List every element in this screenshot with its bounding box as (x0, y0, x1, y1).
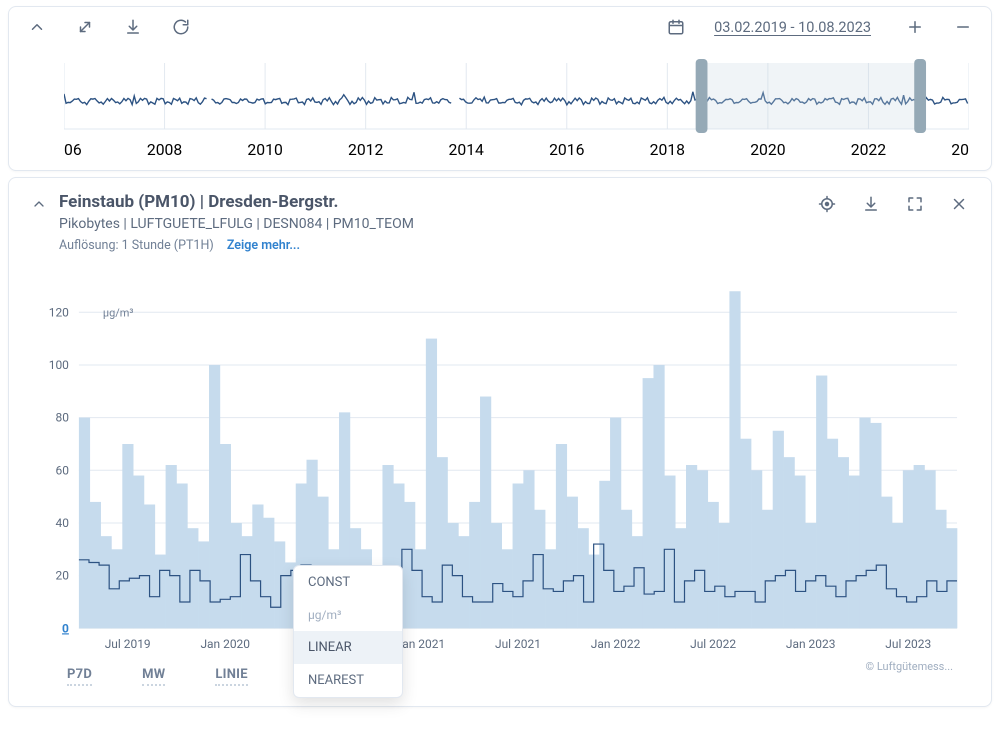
svg-text:Jul 2023: Jul 2023 (885, 637, 931, 651)
dropdown-option-linear[interactable]: LINEAR (294, 631, 402, 664)
svg-text:40: 40 (55, 516, 69, 530)
refresh-icon[interactable] (171, 17, 191, 37)
dropdown-option-const[interactable]: CONST (294, 566, 402, 599)
svg-text:2024: 2024 (951, 140, 969, 159)
close-icon[interactable] (949, 194, 969, 214)
range-p7d[interactable]: P7D (67, 667, 92, 686)
dropdown-option-nearest[interactable]: NEAREST (294, 664, 402, 697)
overview-toolbar: 03.02.2019 - 10.08.2023 (9, 7, 991, 47)
svg-text:2010: 2010 (247, 140, 282, 159)
svg-text:Jan 2022: Jan 2022 (591, 637, 641, 651)
calendar-icon[interactable] (666, 17, 686, 37)
svg-text:Jan 2023: Jan 2023 (786, 637, 836, 651)
svg-text:2016: 2016 (549, 140, 584, 159)
svg-text:0: 0 (62, 621, 69, 635)
svg-text:2008: 2008 (147, 140, 182, 159)
svg-text:100: 100 (49, 358, 69, 372)
svg-text:120: 120 (49, 305, 69, 319)
fullscreen-icon[interactable] (905, 194, 925, 214)
svg-text:2012: 2012 (348, 140, 383, 159)
svg-text:2022: 2022 (851, 140, 886, 159)
series-subtitle: Pikobytes | LUFTGUETE_LFULG | DESN084 | … (59, 216, 807, 232)
svg-text:2006: 2006 (64, 140, 82, 159)
chart-controls: P7D MW LINIE (67, 667, 248, 686)
svg-text:20: 20 (55, 569, 69, 583)
zoom-out-icon[interactable] (953, 17, 973, 37)
show-more-link[interactable]: Zeige mehr... (227, 238, 300, 253)
svg-text:2018: 2018 (650, 140, 685, 159)
style-linie[interactable]: LINIE (215, 667, 247, 686)
date-range[interactable]: 03.02.2019 - 10.08.2023 (714, 19, 871, 36)
dropdown-unit-label: µg/m³ (294, 599, 402, 631)
collapse-chevron-icon[interactable] (31, 196, 49, 214)
svg-text:2020: 2020 (750, 140, 785, 159)
interpolation-dropdown: CONST µg/m³ LINEAR NEAREST (293, 565, 403, 698)
detail-header: Feinstaub (PM10) | Dresden-Bergstr. Piko… (9, 178, 991, 253)
resolution-label: Auflösung: 1 Stunde (PT1H) (59, 238, 214, 253)
svg-text:2014: 2014 (449, 140, 484, 159)
series-title: Feinstaub (PM10) | Dresden-Bergstr. (59, 192, 807, 212)
svg-text:60: 60 (55, 463, 69, 477)
svg-text:Jul 2022: Jul 2022 (690, 637, 736, 651)
collapse-icon[interactable] (27, 17, 47, 37)
svg-text:µg/m³: µg/m³ (103, 306, 134, 319)
zoom-in-icon[interactable] (905, 17, 925, 37)
overview-panel: 03.02.2019 - 10.08.2023 2006 2008 2010 2012… (8, 6, 992, 171)
svg-text:Jul 2019: Jul 2019 (105, 637, 151, 651)
download-icon[interactable] (123, 17, 143, 37)
locate-icon[interactable] (817, 194, 837, 214)
svg-text:Jan 2021: Jan 2021 (396, 637, 446, 651)
mode-mw[interactable]: MW (142, 667, 165, 686)
overview-chart[interactable]: 2006 2008 2010 2012 2014 2016 2018 2020 2022 2024 (64, 55, 969, 165)
detail-panel: Feinstaub (PM10) | Dresden-Bergstr. Piko… (8, 177, 992, 707)
detail-chart[interactable]: 0 20 40 60 80 100 120 µg/m³ Jul 2019 Jan 2020 Jul … (31, 278, 969, 692)
expand-icon[interactable] (75, 17, 95, 37)
svg-text:Jul 2021: Jul 2021 (495, 637, 541, 651)
resolution-line: Auflösung: 1 Stunde (PT1H) Zeige mehr... (59, 238, 807, 253)
svg-text:© Luftgütemess...: © Luftgütemess... (866, 660, 954, 673)
svg-text:Jan 2020: Jan 2020 (200, 637, 250, 651)
svg-text:80: 80 (55, 411, 69, 425)
download-series-icon[interactable] (861, 194, 881, 214)
